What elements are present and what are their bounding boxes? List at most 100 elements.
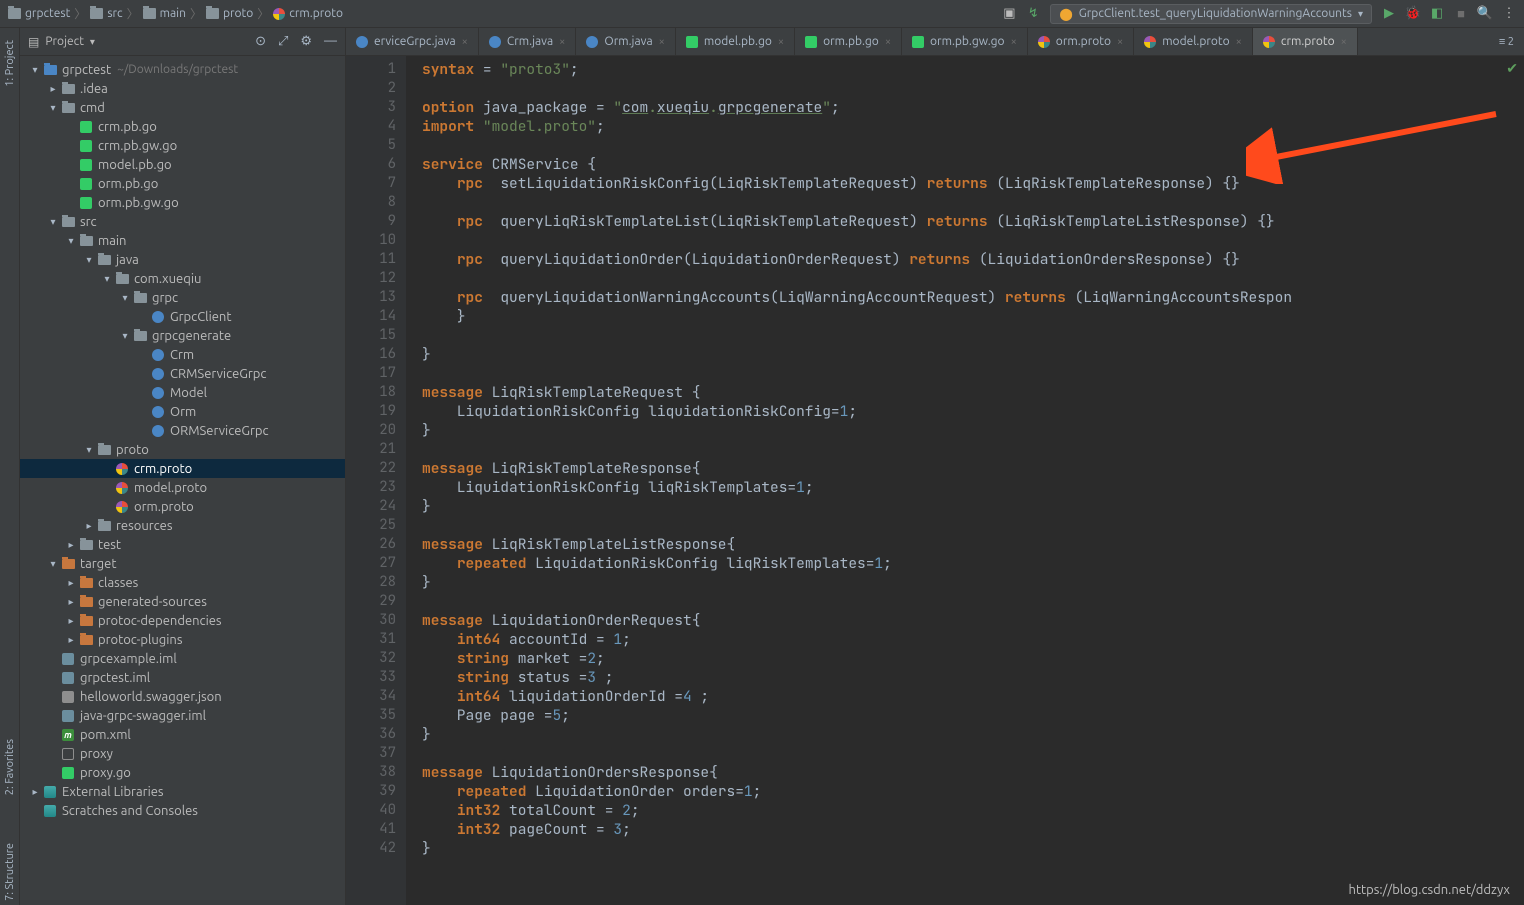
breadcrumb-segment[interactable]: crm.proto (289, 7, 343, 20)
close-icon[interactable]: × (559, 36, 565, 48)
breadcrumb-segment[interactable]: src (107, 7, 122, 20)
tree-node[interactable]: ▾cmd (20, 98, 345, 117)
close-icon[interactable]: × (885, 36, 891, 48)
hide-icon[interactable]: — (324, 34, 337, 49)
editor-tab[interactable]: model.pb.go× (676, 28, 795, 55)
tree-toggle-icon[interactable]: ▸ (64, 596, 78, 608)
tree-toggle-icon[interactable]: ▸ (64, 615, 78, 627)
code-content[interactable]: syntax = "proto3"; option java_package =… (406, 56, 1524, 905)
toolwindow-favorites[interactable]: 2: Favorites (4, 735, 16, 799)
editor-tab[interactable]: Orm.java× (576, 28, 675, 55)
tree-node[interactable]: ▸test (20, 535, 345, 554)
editor-tab[interactable]: erviceGrpc.java× (346, 28, 479, 55)
tree-toggle-icon[interactable]: ▾ (46, 216, 60, 228)
run-configuration-selector[interactable]: ⬤ GrpcClient.test_queryLiquidationWarnin… (1050, 4, 1372, 24)
tree-node[interactable]: ▸generated-sources (20, 592, 345, 611)
tabs-overflow-indicator[interactable]: ≡ 2 (1489, 28, 1524, 55)
tree-toggle-icon[interactable]: ▸ (28, 786, 42, 798)
search-icon[interactable]: 🔍 (1478, 7, 1492, 21)
tree-toggle-icon[interactable]: ▾ (28, 64, 42, 76)
tree-node[interactable]: ▾grpctest~/Downloads/grpctest (20, 60, 345, 79)
gear-icon[interactable]: ⚙ (300, 34, 312, 49)
tree-node[interactable]: Scratches and Consoles (20, 801, 345, 820)
editor-tab[interactable]: Crm.java× (479, 28, 577, 55)
tree-toggle-icon[interactable]: ▸ (46, 83, 60, 95)
tree-node[interactable]: orm.proto (20, 497, 345, 516)
tree-node[interactable]: orm.pb.go (20, 174, 345, 193)
code-editor[interactable]: 1234567891011121314151617181920212223242… (346, 56, 1524, 905)
tree-node[interactable]: ▸External Libraries (20, 782, 345, 801)
tree-node[interactable]: model.proto (20, 478, 345, 497)
tree-node[interactable]: ▸protoc-dependencies (20, 611, 345, 630)
tree-node[interactable]: proxy.go (20, 763, 345, 782)
tree-toggle-icon[interactable]: ▾ (100, 273, 114, 285)
toolwindow-project[interactable]: 1: Project (4, 36, 16, 91)
editor-tab[interactable]: model.proto× (1134, 28, 1253, 55)
tree-node[interactable]: ▸protoc-plugins (20, 630, 345, 649)
tree-node[interactable]: grpctest.iml (20, 668, 345, 687)
tree-node[interactable]: helloworld.swagger.json (20, 687, 345, 706)
close-icon[interactable]: × (1341, 36, 1347, 48)
tree-node[interactable]: ORMServiceGrpc (20, 421, 345, 440)
run-icon[interactable]: ▶ (1382, 7, 1396, 21)
breadcrumb-segment[interactable]: main (160, 7, 186, 20)
tree-node[interactable]: ▸classes (20, 573, 345, 592)
tree-node[interactable]: mpom.xml (20, 725, 345, 744)
stop-icon[interactable]: ■ (1454, 7, 1468, 21)
tree-toggle-icon[interactable]: ▾ (118, 292, 132, 304)
tree-node[interactable]: Model (20, 383, 345, 402)
tree-node[interactable]: ▾java (20, 250, 345, 269)
tree-toggle-icon[interactable]: ▾ (46, 102, 60, 114)
tree-toggle-icon[interactable]: ▾ (82, 444, 96, 456)
tree-node[interactable]: java-grpc-swagger.iml (20, 706, 345, 725)
hammer-icon[interactable]: ↯ (1026, 7, 1040, 21)
tree-node[interactable]: ▾grpcgenerate (20, 326, 345, 345)
toolwindow-structure[interactable]: 7: Structure (4, 839, 16, 905)
tree-toggle-icon[interactable]: ▸ (64, 577, 78, 589)
close-icon[interactable]: × (778, 36, 784, 48)
tree-node[interactable]: grpcexample.iml (20, 649, 345, 668)
tree-toggle-icon[interactable]: ▸ (64, 539, 78, 551)
breadcrumb[interactable]: grpctest〉src〉main〉proto〉crm.proto (8, 5, 343, 22)
tree-node[interactable]: Orm (20, 402, 345, 421)
tree-node[interactable]: GrpcClient (20, 307, 345, 326)
tree-toggle-icon[interactable]: ▾ (64, 235, 78, 247)
tree-node[interactable]: proxy (20, 744, 345, 763)
tree-node[interactable]: crm.pb.go (20, 117, 345, 136)
tree-toggle-icon[interactable]: ▾ (82, 254, 96, 266)
tree-toggle-icon[interactable]: ▾ (118, 330, 132, 342)
more-icon[interactable]: ⋮ (1502, 7, 1516, 21)
debug-icon[interactable]: 🐞 (1406, 7, 1420, 21)
tree-toggle-icon[interactable]: ▾ (46, 558, 60, 570)
breadcrumb-segment[interactable]: grpctest (25, 7, 70, 20)
tree-node[interactable]: ▾com.xueqiu (20, 269, 345, 288)
tree-node[interactable]: ▾main (20, 231, 345, 250)
close-icon[interactable]: × (1011, 36, 1017, 48)
tree-node[interactable]: ▾grpc (20, 288, 345, 307)
editor-tab[interactable]: orm.pb.go× (795, 28, 902, 55)
tree-node[interactable]: ▾proto (20, 440, 345, 459)
breadcrumb-segment[interactable]: proto (223, 7, 253, 20)
terminal-icon[interactable]: ▣ (1002, 7, 1016, 21)
tree-node[interactable]: ▸resources (20, 516, 345, 535)
editor-tab[interactable]: orm.pb.gw.go× (902, 28, 1028, 55)
chevron-down-icon[interactable]: ▾ (90, 36, 95, 48)
close-icon[interactable]: × (1117, 36, 1123, 48)
tree-node[interactable]: crm.proto (20, 459, 345, 478)
editor-tab[interactable]: crm.proto× (1253, 28, 1358, 55)
tree-node[interactable]: ▸.idea (20, 79, 345, 98)
project-tree[interactable]: ▾grpctest~/Downloads/grpctest▸.idea▾cmdc… (20, 56, 345, 905)
close-icon[interactable]: × (462, 36, 468, 48)
tree-toggle-icon[interactable]: ▸ (82, 520, 96, 532)
tree-node[interactable]: ▾target (20, 554, 345, 573)
tree-node[interactable]: Crm (20, 345, 345, 364)
close-icon[interactable]: × (659, 36, 665, 48)
run-coverage-icon[interactable]: ◧ (1430, 7, 1444, 21)
tree-node[interactable]: ▾src (20, 212, 345, 231)
tree-node[interactable]: model.pb.go (20, 155, 345, 174)
locate-icon[interactable]: ⊙ (255, 34, 266, 49)
editor-tab[interactable]: orm.proto× (1028, 28, 1134, 55)
expand-icon[interactable]: ⤢ (278, 34, 288, 49)
tree-toggle-icon[interactable]: ▸ (64, 634, 78, 646)
close-icon[interactable]: × (1236, 36, 1242, 48)
